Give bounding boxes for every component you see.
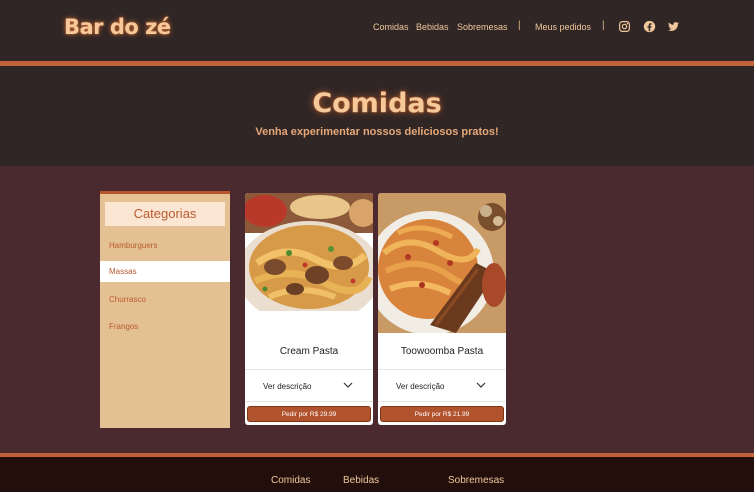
nav-separator: |: [518, 20, 521, 31]
hero-banner: Comidas Venha experimentar nossos delici…: [0, 66, 754, 166]
divider: [245, 369, 373, 370]
facebook-icon[interactable]: [643, 20, 656, 33]
cream-pasta-image: [245, 193, 373, 338]
instagram-icon[interactable]: [618, 20, 631, 33]
footer-link-sobremesas[interactable]: Sobremesas: [448, 475, 504, 486]
category-sidebar: Categorias Hamburguers Massas Churrasco …: [100, 191, 230, 428]
chevron-down-icon[interactable]: [343, 381, 353, 389]
nav-separator: |: [602, 20, 605, 31]
page-subtitle: Venha experimentar nossos deliciosos pra…: [255, 126, 499, 138]
divider: [245, 401, 373, 402]
nav-bebidas[interactable]: Bebidas: [416, 22, 449, 32]
toowoomba-pasta-image: [378, 193, 506, 338]
twitter-icon[interactable]: [667, 20, 680, 33]
product-card: Toowoomba Pasta Ver descrição Pedir por …: [378, 193, 506, 425]
category-item-frangos[interactable]: Frangos: [100, 316, 230, 337]
nav-comidas[interactable]: Comidas: [373, 22, 409, 32]
category-title: Categorias: [105, 202, 225, 226]
site-footer: Comidas Bebidas Sobremesas: [0, 457, 754, 492]
category-item-hamburguers[interactable]: Hamburguers: [100, 235, 230, 256]
site-logo[interactable]: Bar do zé: [64, 15, 171, 39]
nav-meus-pedidos[interactable]: Meus pedidos: [535, 22, 591, 32]
page-title: Comidas: [312, 88, 442, 119]
nav-sobremesas[interactable]: Sobremesas: [457, 22, 508, 32]
product-name: Cream Pasta: [279, 346, 339, 357]
footer-link-bebidas[interactable]: Bebidas: [343, 475, 379, 486]
category-item-massas[interactable]: Massas: [100, 261, 230, 282]
category-item-churrasco[interactable]: Churrasco: [100, 289, 230, 310]
footer-link-comidas[interactable]: Comidas: [271, 475, 310, 486]
product-card: Cream Pasta Ver descrição Pedir por R$ 2…: [245, 193, 373, 425]
site-header: Bar do zé Comidas Bebidas Sobremesas Meu…: [0, 0, 754, 61]
order-button[interactable]: Pedir por R$ 29.99: [247, 406, 371, 422]
order-button[interactable]: Pedir por R$ 21.99: [380, 406, 504, 422]
divider: [378, 369, 506, 370]
divider: [378, 401, 506, 402]
chevron-down-icon[interactable]: [476, 381, 486, 389]
see-description-toggle[interactable]: Ver descrição: [263, 382, 311, 391]
product-name: Toowoomba Pasta: [400, 346, 484, 357]
see-description-toggle[interactable]: Ver descrição: [396, 382, 444, 391]
